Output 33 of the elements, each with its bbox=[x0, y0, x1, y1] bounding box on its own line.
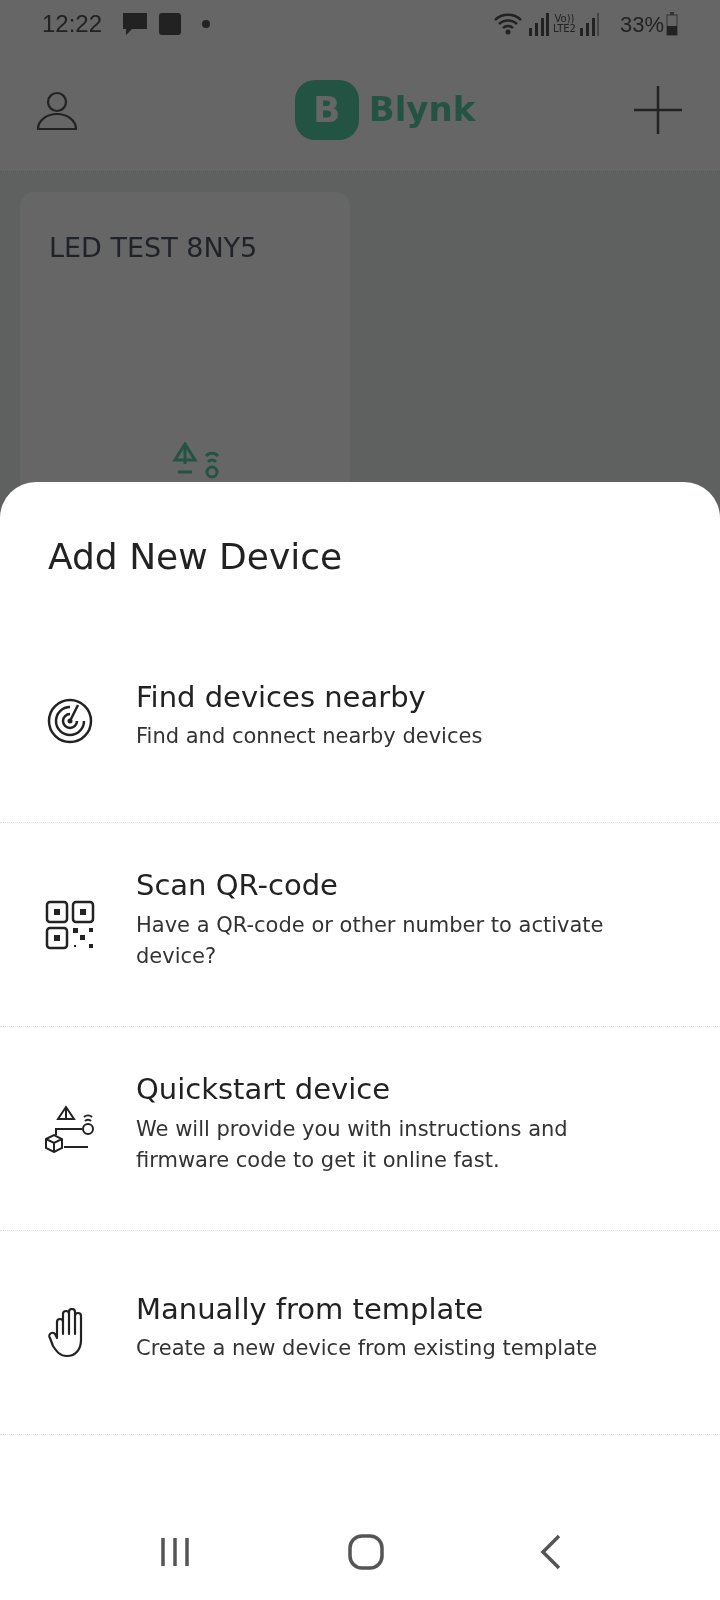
logo-badge: B bbox=[294, 79, 359, 140]
option-title: Find devices nearby bbox=[136, 678, 427, 716]
option-row[interactable]: Find devices nearby Find and connect nearby devices bbox=[0, 619, 720, 823]
device-name: LED TEST 8NY5 bbox=[49, 231, 258, 265]
device-setup-icon bbox=[44, 1104, 96, 1153]
option-description: Find and connect nearby devices bbox=[136, 723, 483, 751]
message-icon bbox=[122, 12, 149, 36]
option-description: Create a new device from existing template bbox=[136, 1335, 598, 1363]
option-title: Scan QR-code bbox=[136, 867, 339, 904]
option-row[interactable]: Quickstart device We will provide you with instructions and firmware code to get it online fast. bbox=[0, 1027, 720, 1231]
option-title: Manually from template bbox=[136, 1290, 485, 1328]
signal-icon bbox=[528, 12, 549, 36]
option-row[interactable]: Scan QR-code Have a QR-code or other number to activate device? bbox=[0, 823, 720, 1027]
volte-label: Vo)) bbox=[554, 14, 575, 24]
clock-time: 12:22 bbox=[42, 9, 103, 39]
battery-percent: 33% bbox=[619, 10, 664, 39]
qr-code-icon bbox=[45, 899, 95, 950]
battery-icon bbox=[666, 12, 678, 36]
dot-icon bbox=[202, 20, 211, 28]
home-icon[interactable] bbox=[348, 1534, 384, 1570]
option-description: Have a QR-code or other number to activate device? bbox=[136, 911, 604, 970]
back-icon[interactable] bbox=[538, 1534, 563, 1570]
option-title: Quickstart device bbox=[136, 1071, 392, 1108]
option-description: We will provide you with instructions and firmware code to get it online fast. bbox=[136, 1115, 569, 1174]
network-label: LTE2 bbox=[552, 24, 576, 34]
app-icon bbox=[158, 12, 183, 36]
option-row[interactable]: Manually from template Create a new device from existing template bbox=[0, 1231, 720, 1435]
sheet-title: Add New Device bbox=[48, 535, 344, 579]
logo-text: Blynk bbox=[368, 88, 476, 131]
signal-icon bbox=[579, 12, 600, 36]
add-icon[interactable] bbox=[632, 83, 684, 136]
radar-icon bbox=[46, 696, 94, 745]
wifi-icon bbox=[492, 11, 523, 37]
